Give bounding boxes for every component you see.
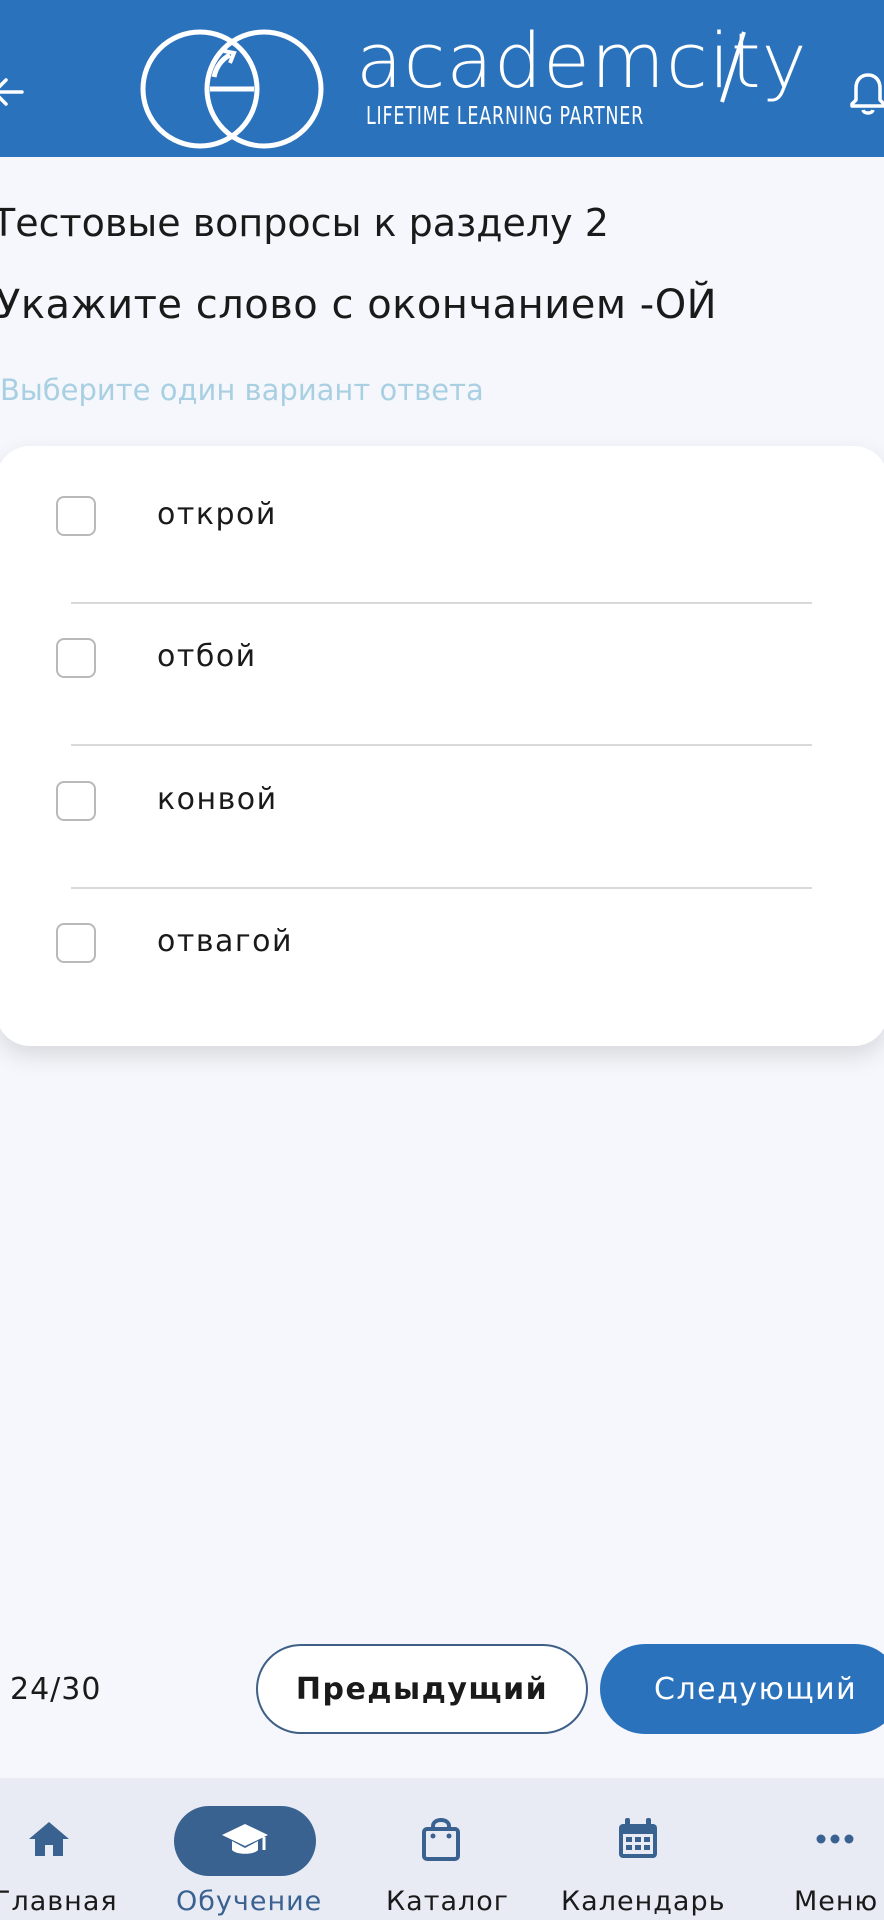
option-checkbox[interactable] xyxy=(56,781,96,821)
answer-option[interactable]: отвагой xyxy=(0,873,884,1015)
graduation-cap-icon xyxy=(222,1824,268,1854)
question-counter: 24/30 xyxy=(10,1672,102,1707)
notifications-button[interactable] xyxy=(846,68,884,118)
tab-catalog[interactable]: Каталог xyxy=(380,1778,508,1920)
arrow-left-icon xyxy=(0,78,24,106)
tab-label: Главная xyxy=(0,1886,118,1917)
bottom-tab-bar: Главная Обучение Каталог Календарь Меню xyxy=(0,1778,884,1920)
option-label: открой xyxy=(157,497,277,532)
logo-rings-icon xyxy=(140,29,324,149)
option-label: отбой xyxy=(157,639,257,674)
question-text: Укажите слово с окончанием -ОЙ xyxy=(0,282,718,328)
tab-menu[interactable]: Меню xyxy=(780,1778,884,1920)
tab-learning[interactable]: Обучение xyxy=(160,1778,330,1920)
option-label: отвагой xyxy=(157,924,294,959)
previous-button[interactable]: Предыдущий xyxy=(256,1644,588,1734)
back-button[interactable] xyxy=(0,70,28,114)
brand-tagline: LIFETIME LEARNING PARTNER xyxy=(366,101,645,130)
option-checkbox[interactable] xyxy=(56,638,96,678)
shopping-bag-icon xyxy=(422,1818,460,1861)
question-pager: 24/30 Предыдущий Следующий xyxy=(0,1640,884,1736)
brand-slash-mark xyxy=(720,31,746,103)
calendar-icon xyxy=(619,1818,657,1858)
answer-option[interactable]: открой xyxy=(0,446,884,588)
app-header: academcity LIFETIME LEARNING PARTNER xyxy=(0,0,884,157)
answer-hint: Выберите один вариант ответа xyxy=(0,373,484,407)
more-dots-icon xyxy=(816,1834,854,1844)
option-checkbox[interactable] xyxy=(56,923,96,963)
tab-label: Меню xyxy=(794,1886,879,1917)
home-icon xyxy=(29,1822,69,1856)
answer-option[interactable]: конвой xyxy=(0,731,884,873)
tab-label: Каталог xyxy=(386,1886,509,1917)
tab-home[interactable]: Главная xyxy=(0,1778,117,1920)
tab-calendar[interactable]: Календарь xyxy=(555,1778,725,1920)
answer-option[interactable]: отбой xyxy=(0,588,884,730)
next-button[interactable]: Следующий xyxy=(600,1644,884,1734)
tab-label: Обучение xyxy=(176,1886,323,1917)
section-title: Тестовые вопросы к разделу 2 xyxy=(0,201,609,245)
bell-icon xyxy=(850,73,884,115)
option-checkbox[interactable] xyxy=(56,496,96,536)
option-label: конвой xyxy=(157,782,278,817)
answer-options-card: открой отбой конвой отвагой xyxy=(0,446,884,1046)
tab-label: Календарь xyxy=(561,1886,726,1917)
brand-name: academcity xyxy=(356,16,808,105)
